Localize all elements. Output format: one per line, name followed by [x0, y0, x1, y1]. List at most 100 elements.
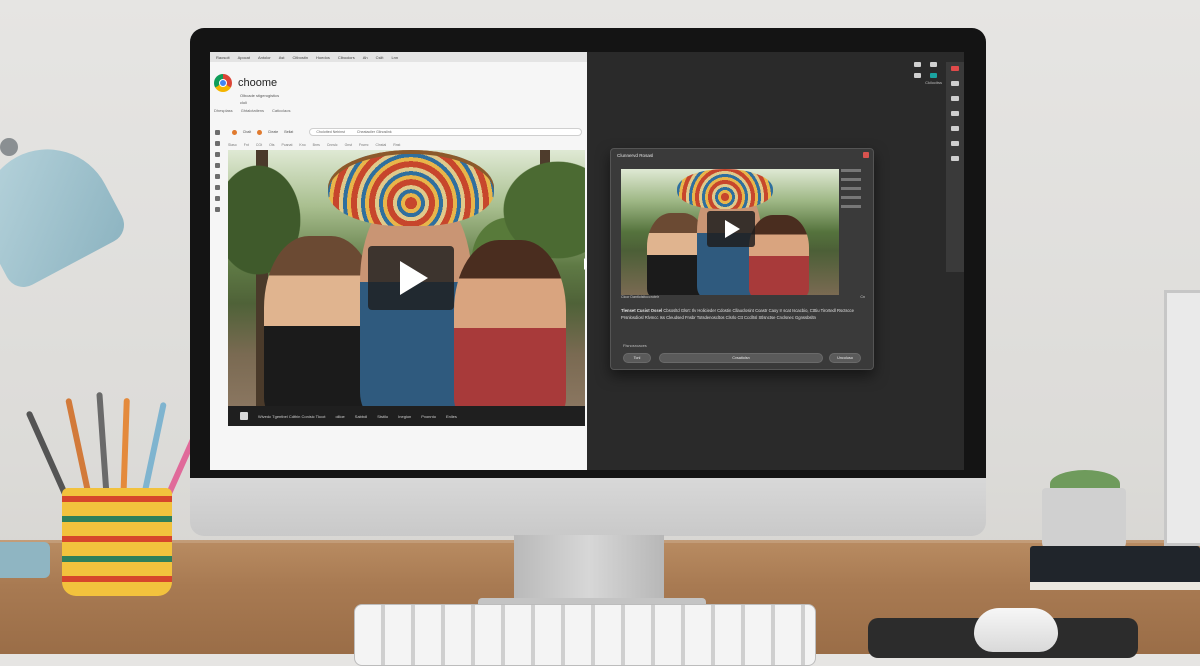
quick-link[interactable]: Dhesplass [214, 108, 233, 113]
bookmark-item[interactable]: Bnrs [313, 143, 320, 147]
browser-tab[interactable]: Bellat [284, 130, 293, 134]
top-tool-grid [914, 62, 940, 78]
caption-text: Enlles [445, 413, 457, 419]
os-menu-item[interactable]: Apocat [238, 55, 250, 60]
caption-text: Ststilo [377, 413, 389, 419]
bookmark-item[interactable]: Slaso [228, 143, 237, 147]
address-text: Cheataciler Glinoslink [356, 130, 392, 134]
record-icon[interactable] [951, 66, 959, 71]
bookmark-item[interactable]: Fnwrc [359, 143, 369, 147]
bookmark-item[interactable]: Rnst [393, 143, 400, 147]
play-button[interactable] [707, 211, 755, 247]
caption-text: Pxonnto [421, 413, 436, 419]
setting-line[interactable] [841, 169, 861, 172]
brand-header: choome [214, 74, 277, 92]
tool-icon[interactable] [215, 196, 220, 201]
os-menu-item[interactable]: Raosoit [216, 55, 230, 60]
play-icon [725, 220, 740, 238]
brand-subtitle-line: cloli [240, 100, 247, 105]
brand-name: choome [238, 77, 278, 89]
os-menu-bar: Raosoit Apocat Antolor Ast Cltbostin Hoe… [210, 52, 587, 62]
tool-icon[interactable] [215, 174, 220, 179]
setting-line[interactable] [841, 196, 861, 199]
os-menu-item[interactable]: Hoedos [316, 55, 330, 60]
os-menu-item[interactable]: Ah [363, 55, 368, 60]
bookmarks-bar: Slaso Fnt CGt Ots Pcanat Kno Bnrs Cnnslc… [228, 140, 584, 150]
tool-icon[interactable] [914, 73, 921, 78]
setting-line[interactable] [841, 187, 861, 190]
dialog-title: Clunnervd Rosasl [617, 153, 654, 158]
person-right [749, 215, 809, 295]
footer-label: Flsnosroaces [623, 343, 647, 348]
side-toolbar [215, 130, 221, 212]
description-heading: Tlenset Cusist Ossel [621, 308, 663, 313]
settings-icon[interactable] [951, 156, 959, 161]
book [1030, 546, 1200, 590]
os-menu-item[interactable]: Antolor [258, 55, 271, 60]
camera-icon[interactable] [951, 111, 959, 116]
mouse [974, 608, 1058, 652]
left-button[interactable]: Tcnl [623, 353, 651, 363]
editor-workspace: Ckilocitss Clunnervd Rosasl Clcor Dantlo… [587, 52, 964, 470]
status-text: Clcor Dantlolsttcccrotelr [621, 295, 659, 299]
os-menu-item[interactable]: Clbooiors [338, 55, 355, 60]
setting-line[interactable] [841, 178, 861, 181]
sombrero [677, 169, 773, 209]
bookmark-item[interactable]: Gnst [345, 143, 352, 147]
right-tool-rail [946, 62, 964, 272]
os-menu-item[interactable]: Lnn [391, 55, 398, 60]
captions-icon[interactable] [240, 412, 248, 420]
picture-frame [1164, 290, 1200, 546]
person-right [454, 240, 566, 406]
bookmark-item[interactable]: Clnstal [376, 143, 387, 147]
tool-icon[interactable] [215, 207, 220, 212]
browser-tab[interactable]: Cbalt [243, 130, 251, 134]
tool-icon[interactable] [930, 62, 937, 67]
bookmark-item[interactable]: Fnt [244, 143, 249, 147]
monitor-chin [190, 478, 986, 536]
tab-favicon-icon [232, 129, 237, 135]
brand-subtitle-line: Olbcade stigerogistics [240, 93, 280, 98]
os-menu-item[interactable]: Cslit [376, 55, 384, 60]
bookmark-item[interactable]: Pcanat [282, 143, 293, 147]
tab-favicon-icon [257, 129, 262, 135]
right-button[interactable]: Uncoluso [829, 353, 861, 363]
lamp-joint [0, 138, 18, 156]
caption-text: Sabbdl [354, 413, 368, 419]
os-menu-item[interactable]: Cltbostin [292, 55, 308, 60]
plant-pot [1042, 488, 1126, 552]
center-button[interactable]: Cvsatiolsn [659, 353, 823, 363]
pencil-cup [62, 488, 172, 596]
address-bar[interactable]: Cholotted Nebinst Cheataciler Glinoslink [309, 128, 583, 136]
bookmark-item[interactable]: CGt [256, 143, 262, 147]
tool-icon[interactable] [914, 62, 921, 67]
status-text: Cn [860, 295, 865, 299]
chrome-logo-icon[interactable] [214, 74, 232, 92]
dialog-status-bar: Clcor Dantlolsttcccrotelr Cn [621, 295, 865, 301]
monitor-screen: Raosoit Apocat Antolor Ast Cltbostin Hoe… [210, 52, 964, 470]
os-menu-item[interactable]: Ast [279, 55, 285, 60]
tool-icon[interactable] [215, 152, 220, 157]
bookmark-item[interactable]: Cnnslc [327, 143, 338, 147]
quick-link[interactable]: Caticclaos [272, 108, 290, 113]
quick-link[interactable]: Ghtalctatlens [241, 108, 264, 113]
caption-text: ollioe [335, 413, 345, 419]
tool-icon[interactable] [215, 163, 220, 168]
tool-icon[interactable] [215, 141, 220, 146]
layers-icon[interactable] [951, 81, 959, 86]
play-button[interactable] [368, 246, 454, 310]
export-icon[interactable] [951, 141, 959, 146]
close-icon[interactable] [863, 152, 869, 158]
setting-line[interactable] [841, 205, 861, 208]
browser-tab[interactable]: Cleate [268, 130, 278, 134]
bookmark-item[interactable]: Ots [269, 143, 274, 147]
crop-icon[interactable] [951, 126, 959, 131]
active-tool-icon[interactable] [930, 73, 937, 78]
bookmark-item[interactable]: Kno [299, 143, 305, 147]
pencil [96, 392, 110, 503]
play-icon [400, 261, 428, 295]
adjust-icon[interactable] [951, 96, 959, 101]
tool-icon[interactable] [215, 185, 220, 190]
dialog-video-preview[interactable] [621, 169, 839, 295]
video-player[interactable] [228, 150, 585, 406]
